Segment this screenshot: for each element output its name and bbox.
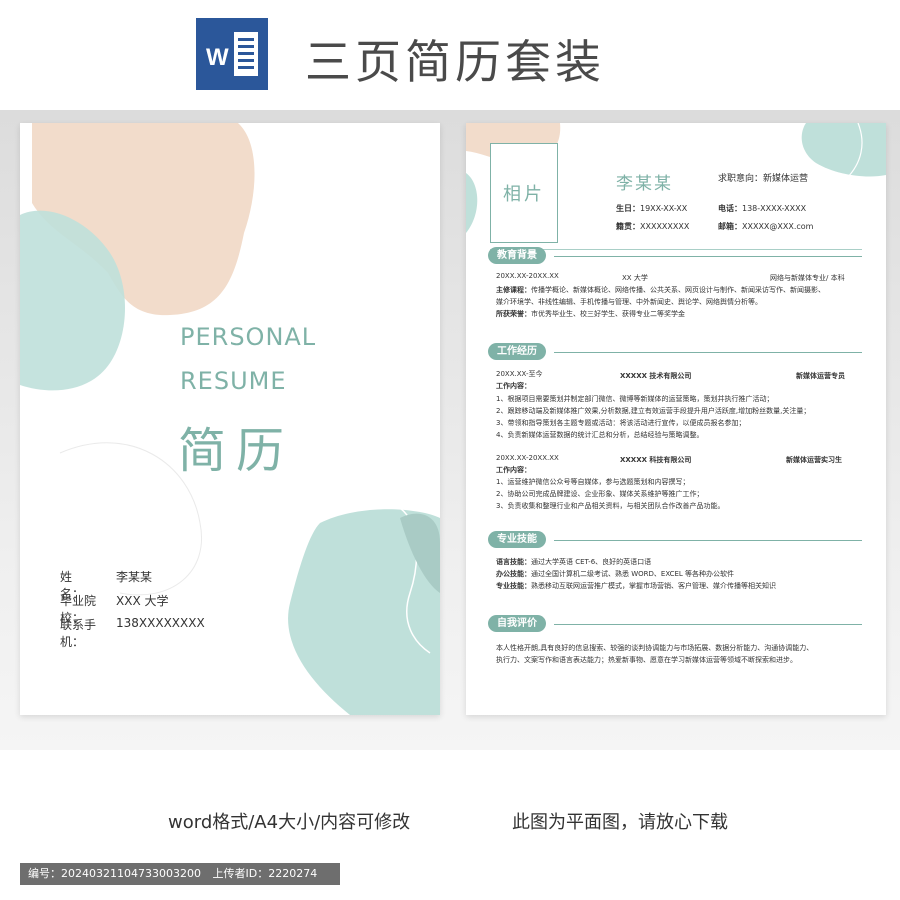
job2-content-label: 工作内容：: [496, 466, 531, 474]
section-line: [554, 256, 862, 257]
skill-office-label: 办公技能：: [496, 570, 531, 578]
section-title-skills: 专业技能: [488, 531, 546, 548]
id-label: 编号：: [28, 867, 61, 880]
cover-info-value: 李某某: [116, 570, 153, 584]
phone-value: 138-XXXX-XXXX: [742, 204, 807, 213]
header-divider: [490, 249, 862, 250]
cover-info: 姓 名： 李某某 毕业院校： XXX 大学 联系手机： 138XXXXXXXX: [60, 568, 205, 649]
job2-item: 3、负责收集和整理行业和产品相关资料，与相关团队合作改善产品功能。: [496, 502, 725, 510]
email-label: 邮箱：: [718, 222, 742, 231]
id-value: 20240321104733003200: [61, 867, 201, 880]
hometown-value: XXXXXXXXX: [640, 222, 690, 231]
cover-info-label: 联系手机：: [60, 618, 97, 649]
cover-info-row: 姓 名： 李某某: [60, 568, 205, 601]
photo-placeholder[interactable]: 相片: [490, 143, 558, 243]
phone-field: 电话：138-XXXX-XXXX: [718, 203, 806, 214]
job2-item: 2、协助公司完成品牌建设、企业形象、媒体关系维护等推广工作；: [496, 490, 704, 498]
skill-language: 语言技能：通过大学英语 CET-6、良好的英语口语: [496, 557, 866, 568]
job2-position: 新媒体运营实习生: [786, 456, 842, 464]
cover-title-personal: PERSONAL: [180, 323, 317, 351]
cover-title-cn: 简历: [178, 423, 295, 479]
section-title-education: 教育背景: [488, 247, 546, 264]
top-banner: W 三页简历套装: [0, 0, 900, 110]
section-title-self: 自我评价: [488, 615, 546, 632]
word-icon-letter: W: [206, 44, 229, 71]
word-icon: W: [196, 18, 268, 90]
uploader-value: 2220274: [268, 867, 318, 880]
email-value: XXXXX@XXX.com: [742, 222, 814, 231]
job-intent: 求职意向：新媒体运营: [718, 174, 809, 184]
honors-text: 市优秀毕业生、校三好学生、获得专业二等奖学金: [531, 310, 685, 318]
skill-professional: 专业技能：熟悉移动互联网运营推广模式，掌握市场营销、客户管理、媒介传播等相关知识: [496, 581, 866, 592]
edu-school: XX 大学: [622, 274, 648, 282]
job1-company: XXXXX 技术有限公司: [620, 372, 692, 380]
birth-label: 生日：: [616, 204, 640, 213]
phone-label: 电话：: [718, 204, 742, 213]
job1-content-label: 工作内容：: [496, 382, 531, 390]
job1-position: 新媒体运营专员: [796, 372, 845, 380]
job1-item: 3、带领和指导策划各主题专题或活动：将该活动进行宣传，以便成员报名参加；: [496, 419, 746, 427]
footer-format-note: word格式/A4大小/内容可修改: [168, 812, 411, 833]
edu-courses-1: 主修课程：传播学概论、新媒体概论、网络传播、公共关系、网页设计与制作、新闻采访写…: [496, 285, 866, 296]
edu-courses-2: 媒介环境学、非线性编辑、手机传播与管理、中外新闻史、舆论学、网络舆情分析等。: [496, 298, 762, 306]
resume-page: 相片 李某某 求职意向：新媒体运营 生日：19XX-XX-XX 电话：138-X…: [466, 123, 886, 715]
edu-honors: 所获荣誉：市优秀毕业生、校三好学生、获得专业二等奖学金: [496, 309, 866, 320]
uploader-label: 上传者ID：: [212, 867, 269, 880]
job1-item: 4、负责新媒体运营数据的统计汇总和分析，总结经验与策略调整。: [496, 431, 704, 439]
edu-major: 网络与新媒体专业/ 本科: [770, 274, 845, 282]
cover-info-value: XXX 大学: [116, 594, 169, 608]
honors-label: 所获荣誉：: [496, 310, 531, 318]
cover-info-row: 毕业院校： XXX 大学: [60, 592, 205, 625]
section-line: [554, 352, 862, 353]
footer-id-badge: 编号：20240321104733003200 上传者ID：2220274: [20, 863, 340, 885]
job2-item: 1、运营维护微信公众号等自媒体，参与选题策划和内容撰写；: [496, 478, 690, 486]
section-title-work: 工作经历: [488, 343, 546, 360]
section-line: [554, 540, 862, 541]
job1-item: 2、跟踪移动端及新媒体推广效果,分析数据,建立有效运营手段提升用户活跃度,增加粉…: [496, 407, 811, 415]
cover-info-row: 联系手机： 138XXXXXXXX: [60, 616, 205, 649]
job1-item: 1、根据项目需要策划并制定部门微信、微博等新媒体的运营策略，策划并执行推广活动；: [496, 395, 774, 403]
cover-info-label: 姓 名：: [60, 570, 97, 601]
footer-download-note: 此图为平面图，请放心下载: [512, 812, 728, 833]
skill-office-text: 通过全国计算机二级考试、熟悉 WORD、EXCEL 等各种办公软件: [531, 570, 735, 578]
skill-language-label: 语言技能：: [496, 558, 531, 566]
section-line: [554, 624, 862, 625]
resume-name: 李某某: [616, 174, 673, 194]
cover-info-label: 毕业院校：: [60, 594, 97, 625]
banner-title: 三页简历套装: [305, 35, 605, 89]
job2-company: XXXXX 科技有限公司: [620, 456, 692, 464]
email-field: 邮箱：XXXXX@XXX.com: [718, 221, 813, 232]
hometown-label: 籍贯：: [616, 222, 640, 231]
photo-label: 相片: [503, 184, 545, 205]
courses-text: 传播学概论、新媒体概论、网络传播、公共关系、网页设计与制作、新闻采访写作、新闻摄…: [531, 286, 825, 294]
cover-page: PERSONAL RESUME 简历 姓 名： 李某某 毕业院校： XXX 大学…: [20, 123, 440, 715]
cover-info-value: 138XXXXXXXX: [116, 616, 205, 630]
skill-professional-text: 熟悉移动互联网运营推广模式，掌握市场营销、客户管理、媒介传播等相关知识: [531, 582, 776, 590]
hometown-field: 籍贯：XXXXXXXXX: [616, 221, 689, 232]
skill-professional-label: 专业技能：: [496, 582, 531, 590]
self-eval-line: 执行力、文案写作和语言表达能力；热爱新事物、愿意在学习新媒体运营等领域不断探索和…: [496, 656, 797, 664]
birth-field: 生日：19XX-XX-XX: [616, 203, 687, 214]
skill-language-text: 通过大学英语 CET-6、良好的英语口语: [531, 558, 652, 566]
cover-title-resume: RESUME: [180, 367, 287, 395]
skill-office: 办公技能：通过全国计算机二级考试、熟悉 WORD、EXCEL 等各种办公软件: [496, 569, 866, 580]
self-eval-line: 本人性格开朗,具有良好的信息搜索、较强的谈判协调能力与市场拓展、数据分析能力、沟…: [496, 644, 814, 652]
courses-label: 主修课程：: [496, 286, 531, 294]
birth-value: 19XX-XX-XX: [640, 204, 688, 213]
